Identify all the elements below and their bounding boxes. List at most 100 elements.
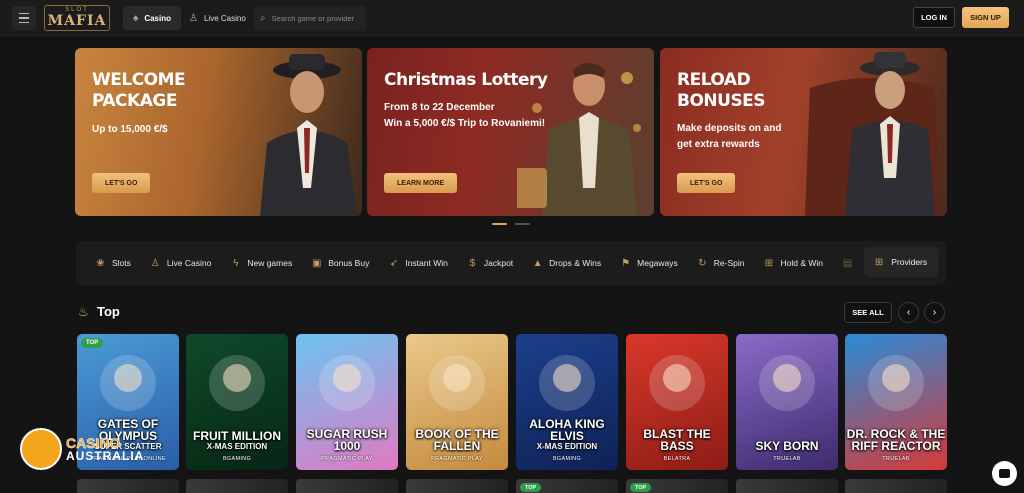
game-card-next-row[interactable] <box>77 479 179 493</box>
top-badge: TOP <box>630 483 652 492</box>
watermark-line1: CASINO <box>66 434 121 451</box>
category-bar: ❀ Slots ♙ Live Casino ϟ New games ▣ Bonus Bu… <box>76 241 946 285</box>
casino-australia-watermark: CASINO AUSTRALIA <box>20 428 144 470</box>
category-re-spin[interactable]: ↻ Re-Spin <box>697 258 744 269</box>
game-artwork <box>649 355 705 411</box>
game-provider: BGAMING <box>222 456 252 462</box>
top-bar: SLOT MAFIA ♠ Casino ♙ Live Casino ⌕ LOG … <box>0 0 1024 36</box>
game-card[interactable]: FRUIT MILLION X-MAS EDITION BGAMING <box>186 334 288 470</box>
banner-reload-bonuses[interactable]: RELOAD BONUSES Make deposits on and get … <box>660 48 947 216</box>
game-card[interactable]: SUGAR RUSH 1000 PRAGMATIC PLAY <box>296 334 398 470</box>
category-jackpot[interactable]: $ Jackpot <box>467 257 514 269</box>
banner-1-title-line1: WELCOME <box>92 70 186 90</box>
banner-3-title-line1: RELOAD <box>677 70 751 90</box>
login-button[interactable]: LOG IN <box>913 7 955 28</box>
search-icon: ⌕ <box>260 12 266 24</box>
watermark-line2: AUSTRALIA <box>66 448 145 463</box>
game-title: BOOK OF THE FALLEN <box>406 428 508 452</box>
banner-1-title: WELCOME PACKAGE <box>92 70 186 112</box>
rocket-icon: ➶ <box>389 257 399 269</box>
game-card[interactable]: DR. ROCK & THE RIFF REACTOR TRUELAB <box>845 334 947 470</box>
category-hold-win[interactable]: ⊞ Hold & Win <box>764 258 823 269</box>
see-all-button[interactable]: SEE ALL <box>844 302 892 323</box>
banner-3-desc-line1: Make deposits on and <box>677 123 782 134</box>
logo-big-text: MAFIA <box>47 13 107 29</box>
section-title: Top <box>97 304 120 319</box>
search-box[interactable]: ⌕ <box>254 6 366 30</box>
banner-3-desc-line2: get extra rewards <box>677 139 760 150</box>
banner-3-desc: Make deposits on and get extra rewards <box>677 121 781 153</box>
mafia-man-illustration <box>260 54 357 216</box>
search-input[interactable] <box>271 13 358 23</box>
game-name: BOOK OF THE FALLEN <box>415 427 499 453</box>
tab-live-casino[interactable]: ♙ Live Casino <box>179 6 256 30</box>
top-badge: TOP <box>520 483 542 492</box>
banner-2-desc-line1: From 8 to 22 December <box>384 102 495 113</box>
game-card-next-row[interactable]: TOP <box>516 479 618 493</box>
game-card[interactable]: SKY BORN TRUELAB <box>736 334 838 470</box>
game-title: ALOHA KING ELVIS X-MAS EDITION <box>516 418 618 452</box>
providers-button[interactable]: ⊞ Providers <box>864 247 938 277</box>
banner-2-title: Christmas Lottery <box>384 70 548 90</box>
game-card-next-row[interactable] <box>296 479 398 493</box>
game-card-next-row[interactable]: TOP <box>626 479 728 493</box>
category-new-games[interactable]: ϟ New games <box>230 258 292 269</box>
banner-welcome-package[interactable]: WELCOME PACKAGE Up to 15,000 €/$ LET'S G… <box>75 48 362 216</box>
game-card-next-row[interactable] <box>845 479 947 493</box>
category-drops-wins[interactable]: ▲ Drops & Wins <box>532 258 601 269</box>
game-name: SUGAR RUSH 1000 <box>306 427 388 453</box>
dealer-icon: ♙ <box>189 12 198 24</box>
game-name: BLAST THE BASS <box>643 427 711 453</box>
next-arrow-icon[interactable]: › <box>924 302 945 323</box>
carousel-dot-1[interactable] <box>492 223 507 225</box>
game-title: FRUIT MILLION X-MAS EDITION <box>186 430 288 452</box>
category-label: Slots <box>112 258 131 268</box>
tab-casino-label: Casino <box>144 13 171 23</box>
game-subtitle: X-MAS EDITION <box>206 442 268 451</box>
game-card-next-row[interactable] <box>736 479 838 493</box>
banner-2-cta-button[interactable]: LEARN MORE <box>384 173 458 193</box>
category-megaways[interactable]: ⚑ Megaways <box>620 258 678 269</box>
game-artwork <box>429 355 485 411</box>
category-live-casino[interactable]: ♙ Live Casino <box>150 258 211 269</box>
tab-casino[interactable]: ♠ Casino <box>123 6 181 30</box>
banner-1-cta-button[interactable]: LET'S GO <box>92 173 151 193</box>
game-provider: BELATRA <box>663 456 691 462</box>
hamburger-menu-icon[interactable] <box>12 6 36 30</box>
game-provider: TRUELAB <box>773 456 801 462</box>
category-label: Live Casino <box>166 258 212 268</box>
game-card-next-row[interactable] <box>186 479 288 493</box>
card-icon: ▤ <box>842 257 853 269</box>
game-provider: PRAGMATIC PLAY <box>321 456 373 462</box>
game-provider: BGAMING <box>552 456 582 462</box>
game-artwork <box>868 355 924 411</box>
dealer-icon: ♙ <box>150 257 160 269</box>
game-card[interactable]: BOOK OF THE FALLEN PRAGMATIC PLAY <box>406 334 508 470</box>
game-card-next-row[interactable] <box>406 479 508 493</box>
chat-bubble-icon[interactable] <box>992 461 1017 486</box>
category-instant-win[interactable]: ➶ Instant Win <box>388 258 448 269</box>
moneybag-icon: $ <box>469 257 476 269</box>
category-slots[interactable]: ❀ Slots <box>95 258 131 269</box>
signup-button[interactable]: SIGN UP <box>962 7 1009 28</box>
seated-man-illustration <box>805 52 940 216</box>
banner-3-cta-button[interactable]: LET'S GO <box>677 173 736 193</box>
game-name: SKY BORN <box>755 439 819 453</box>
category-label: Bonus Buy <box>328 258 370 268</box>
banner-christmas-lottery[interactable]: Christmas Lottery From 8 to 22 December … <box>367 48 654 216</box>
game-card[interactable]: BLAST THE BASS BELATRA <box>626 334 728 470</box>
game-card[interactable]: ALOHA KING ELVIS X-MAS EDITION BGAMING <box>516 334 618 470</box>
gift-icon: ▣ <box>311 257 322 269</box>
game-name: FRUIT MILLION <box>193 429 281 443</box>
game-artwork <box>319 355 375 411</box>
prev-arrow-icon[interactable]: ‹ <box>898 302 919 323</box>
category-overflow[interactable]: ▤ <box>842 258 853 269</box>
carousel-dot-2[interactable] <box>515 223 530 225</box>
cherries-icon: ❀ <box>96 257 105 269</box>
lightning-icon: ϟ <box>233 257 239 269</box>
game-artwork <box>209 355 265 411</box>
category-bonus-buy[interactable]: ▣ Bonus Buy <box>311 258 369 269</box>
game-name: ALOHA KING ELVIS <box>529 417 605 443</box>
game-provider: TRUELAB <box>882 456 910 462</box>
site-logo[interactable]: SLOT MAFIA <box>44 5 110 31</box>
